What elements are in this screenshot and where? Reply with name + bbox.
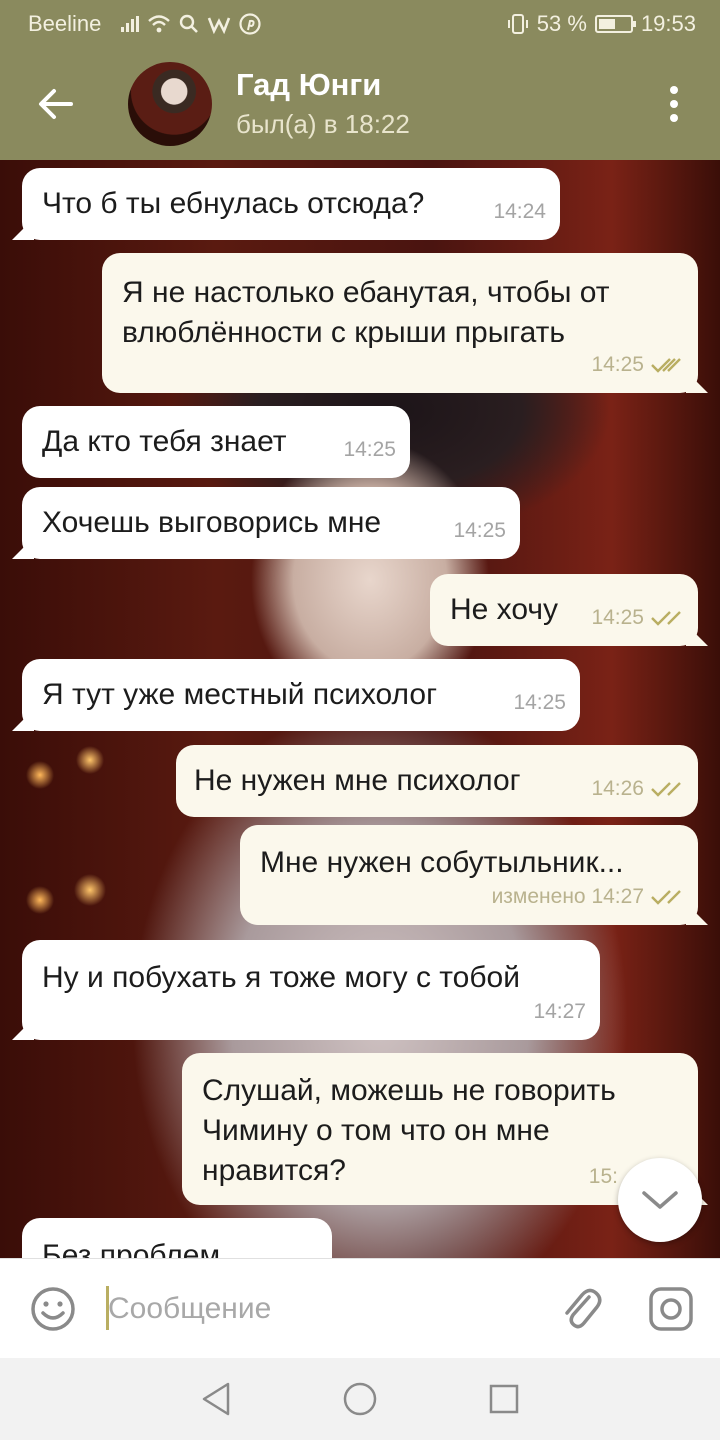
message-time: 14:27 (533, 1000, 586, 1023)
signal-icon (121, 16, 140, 32)
message-text: Слушай, можешь не говорить Чимину о том … (202, 1074, 616, 1187)
message-text: Без проблем (42, 1239, 221, 1258)
message-input[interactable]: Сообщение (106, 1285, 546, 1330)
message-text: Что б ты ебнулась отсюда? (42, 187, 425, 220)
nav-recents-icon[interactable] (488, 1383, 520, 1415)
back-button[interactable] (0, 48, 110, 160)
camera-button[interactable] (636, 1285, 706, 1333)
scroll-down-button[interactable] (618, 1158, 702, 1242)
message-input-placeholder: Сообщение (108, 1291, 272, 1325)
clock: 19:53 (640, 11, 696, 36)
system-nav-bar (0, 1358, 720, 1440)
message-bubble[interactable]: Не нужен мне психолог 14:26 (176, 745, 698, 817)
more-options-button[interactable] (644, 48, 704, 160)
arrow-left-icon (39, 89, 73, 119)
app-w-icon (208, 17, 231, 34)
message-text: Не хочу (450, 593, 559, 626)
message-time: 14:25 (343, 438, 396, 461)
message-time: изменено 14:27 (491, 885, 644, 908)
message-time: 14:25 (591, 606, 644, 629)
chat-messages[interactable]: Что б ты ебнулась отсюда? 14:24 Я не нас… (0, 160, 720, 1258)
read-check-icon (651, 611, 681, 627)
message-text: Мне нужен собутыльник... (260, 846, 624, 879)
message-bubble[interactable]: Без проблем (22, 1218, 332, 1258)
message-text: Да кто тебя знает (42, 425, 287, 458)
message-time: 14:24 (493, 200, 546, 223)
text-caret (106, 1285, 109, 1330)
pinterest-icon (239, 13, 261, 35)
nav-home-icon[interactable] (342, 1381, 378, 1417)
message-time: 14:25 (513, 691, 566, 714)
contact-info[interactable]: Гад Юнги был(а) в 18:22 (236, 67, 410, 141)
message-text: Хочешь выговорись мне (42, 506, 382, 539)
message-text: Ну и побухать я тоже могу с тобой (42, 961, 520, 994)
message-bubble[interactable]: Я не настолько ебанутая, чтобы от влюблё… (102, 253, 708, 393)
paperclip-icon (565, 1288, 602, 1328)
search-icon (180, 14, 199, 33)
message-time: 14:25 (453, 519, 506, 542)
emoji-button[interactable] (0, 1285, 106, 1333)
read-check-icon (651, 358, 681, 374)
message-text: Я не настолько ебанутая, чтобы от влюблё… (122, 276, 610, 349)
message-bubble[interactable]: Хочешь выговорись мне 14:25 (12, 487, 520, 559)
status-bar: Beeline 53 % 19:53 (0, 0, 720, 48)
message-time: 15: (588, 1165, 618, 1188)
message-bubble[interactable]: Я тут уже местный психолог 14:25 (12, 659, 580, 731)
message-bubble[interactable]: Не хочу 14:25 (430, 574, 708, 646)
message-time: 14:25 (591, 353, 644, 376)
message-bubble[interactable]: Ну и побухать я тоже могу с тобой 14:27 (12, 940, 600, 1040)
read-check-icon (651, 890, 681, 906)
battery-percent: 53 % (536, 11, 587, 36)
last-seen-status: был(а) в 18:22 (236, 109, 410, 139)
carrier-name: Beeline (28, 11, 102, 36)
vibrate-icon (507, 14, 528, 34)
wifi-icon (148, 15, 171, 33)
battery-icon (594, 15, 636, 33)
message-time: 14:26 (591, 777, 644, 800)
chevron-down-icon (642, 1191, 678, 1209)
avatar[interactable] (128, 62, 212, 146)
camera-icon (649, 1286, 693, 1331)
message-input-bar: Сообщение (0, 1258, 720, 1358)
contact-name: Гад Юнги (236, 67, 382, 102)
message-bubble[interactable]: Что б ты ебнулась отсюда? 14:24 (12, 168, 560, 240)
nav-back-icon[interactable] (200, 1382, 232, 1416)
smile-icon (31, 1286, 75, 1331)
message-bubble[interactable]: Да кто тебя знает 14:25 (22, 406, 410, 478)
message-text: Я тут уже местный психолог (42, 678, 438, 711)
message-text: Не нужен мне психолог (194, 764, 521, 797)
read-check-icon (651, 782, 681, 798)
more-vertical-icon (670, 86, 678, 94)
message-bubble[interactable]: Мне нужен собутыльник... изменено 14:27 (240, 825, 708, 925)
chat-header: Гад Юнги был(а) в 18:22 (0, 48, 720, 160)
attach-button[interactable] (546, 1285, 616, 1333)
